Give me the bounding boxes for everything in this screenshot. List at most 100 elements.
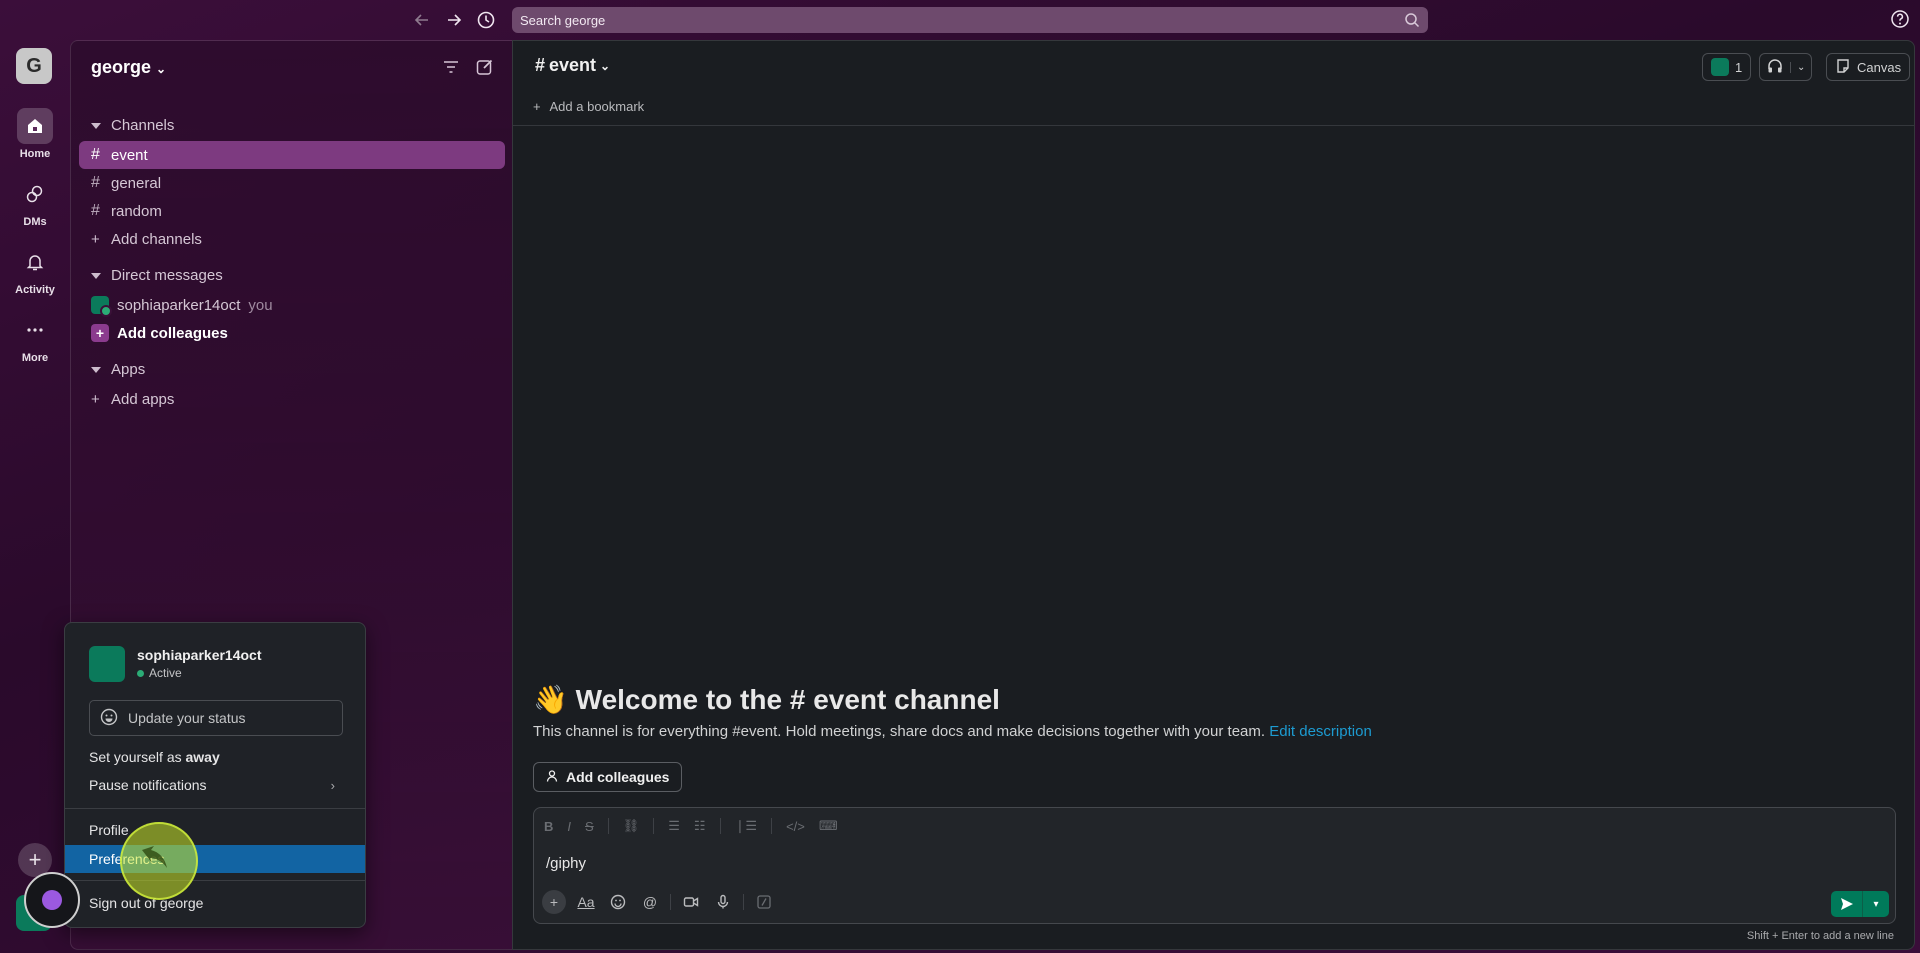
schedule-chevron-icon[interactable]: ▾	[1863, 891, 1889, 917]
channel-label: event	[111, 146, 148, 164]
compose-icon[interactable]	[475, 57, 497, 79]
presence-dot-icon	[137, 669, 144, 677]
chevron-down-icon[interactable]: ⌄	[1790, 61, 1805, 73]
add-apps-button[interactable]: + Add apps	[79, 385, 505, 413]
mention-icon[interactable]: @	[638, 890, 662, 914]
channel-item-general[interactable]: # general	[79, 169, 505, 197]
filter-icon[interactable]	[441, 57, 463, 79]
profile-item[interactable]: Profile	[65, 816, 365, 844]
user-menu-popup: sophiaparker14oct Active Update your sta…	[64, 622, 366, 928]
attach-plus-icon[interactable]: +	[542, 890, 566, 914]
add-colleagues-button[interactable]: Add colleagues	[533, 762, 683, 792]
add-channels-button[interactable]: + Add channels	[79, 225, 505, 253]
huddle-button[interactable]: ⌄	[1759, 53, 1813, 81]
toolbar-separator	[607, 818, 609, 834]
bookmark-label: Add a bookmark	[549, 99, 645, 114]
bell-icon	[17, 244, 53, 280]
channels-section-header[interactable]: Channels	[91, 117, 174, 134]
strikethrough-icon[interactable]: S	[585, 819, 594, 834]
search-icon	[1404, 12, 1420, 28]
link-icon[interactable]: ⛓	[623, 818, 640, 834]
rail-home-label: Home	[19, 148, 51, 160]
wave-emoji: 👋	[533, 684, 568, 715]
emoji-icon[interactable]	[606, 890, 630, 914]
toolbar-separator	[743, 894, 744, 910]
sign-out-item[interactable]: Sign out of george	[65, 889, 365, 917]
chevron-right-icon: ›	[330, 777, 335, 793]
channel-description: This channel is for everything #event. H…	[533, 723, 1372, 740]
message-composer[interactable]: B I S ⛓ ☰ ☷ ❘☰ </> ⌨ /giphy + Aa @ ▾	[533, 807, 1896, 924]
hash-icon: #	[91, 202, 100, 219]
pause-notifications-item[interactable]: Pause notifications ›	[65, 771, 365, 799]
rail-activity-label: Activity	[15, 284, 55, 296]
set-away-item[interactable]: Set yourself as away	[65, 743, 365, 771]
microphone-icon[interactable]	[711, 890, 735, 914]
update-status-field[interactable]: Update your status	[89, 700, 343, 736]
popup-username: sophiaparker14oct	[137, 647, 262, 663]
menu-divider	[65, 880, 365, 881]
add-bookmark-button[interactable]: + Add a bookmark	[533, 99, 644, 114]
welcome-heading: 👋 Welcome to the # event channel	[533, 683, 1000, 716]
code-block-icon[interactable]: ⌨	[819, 818, 838, 834]
add-channels-label: Add channels	[111, 230, 202, 248]
add-apps-label: Add apps	[111, 390, 175, 408]
chevron-down-icon: ⌄	[600, 58, 611, 73]
rail-activity[interactable]: Activity	[0, 244, 70, 296]
video-icon[interactable]	[679, 890, 703, 914]
help-icon[interactable]	[1890, 9, 1910, 29]
italic-icon[interactable]: I	[567, 819, 571, 834]
ordered-list-icon[interactable]: ☰	[668, 818, 680, 834]
rail-dms[interactable]: DMs	[0, 176, 70, 228]
menu-divider	[65, 808, 365, 809]
presence-label: Active	[149, 666, 182, 680]
welcome-text: Welcome to the # event channel	[575, 684, 1000, 715]
edit-description-link[interactable]: Edit description	[1269, 723, 1372, 740]
caret-down-icon	[91, 366, 101, 373]
bold-icon[interactable]: B	[544, 819, 553, 834]
channel-item-event[interactable]: # event	[79, 141, 505, 169]
top-bar: Search george	[0, 0, 1920, 40]
formatting-aa-icon[interactable]: Aa	[574, 890, 598, 914]
send-icon[interactable]	[1831, 891, 1863, 917]
channel-title[interactable]: # event ⌄	[535, 55, 610, 76]
forward-arrow-icon[interactable]	[442, 8, 466, 32]
chevron-down-icon: ⌄	[156, 62, 167, 76]
preferences-item[interactable]: Preferences	[65, 845, 365, 873]
slash-command-icon[interactable]	[752, 890, 776, 914]
plus-square-icon: +	[91, 324, 109, 342]
channel-item-random[interactable]: # random	[79, 197, 505, 225]
search-placeholder: Search george	[520, 12, 606, 28]
dm-header-label: Direct messages	[111, 267, 223, 284]
toolbar-separator	[670, 894, 671, 910]
rail-more-label: More	[21, 352, 49, 364]
blockquote-icon[interactable]: ❘☰	[735, 818, 758, 834]
members-button[interactable]: 1	[1702, 53, 1752, 81]
headphones-icon	[1766, 57, 1784, 78]
caret-down-icon	[91, 122, 101, 129]
canvas-button[interactable]: Canvas	[1826, 53, 1911, 81]
history-clock-icon[interactable]	[474, 8, 498, 32]
message-input-text[interactable]: /giphy	[546, 855, 586, 872]
workspace-icon[interactable]: G	[16, 48, 52, 84]
left-rail: G Home DMs Activity More	[0, 40, 70, 953]
hash-icon: #	[535, 55, 546, 75]
dm-item-self[interactable]: sophiaparker14oct you	[79, 291, 505, 319]
channel-label: random	[111, 202, 162, 220]
composer-actions: + Aa @	[542, 890, 776, 914]
dm-section-header[interactable]: Direct messages	[91, 267, 223, 284]
add-colleagues-sidebar-button[interactable]: + Add colleagues	[79, 319, 505, 347]
channel-label: general	[111, 174, 162, 192]
add-person-icon	[546, 769, 560, 786]
apps-section-header[interactable]: Apps	[91, 361, 145, 378]
bullet-list-icon[interactable]: ☷	[694, 818, 706, 834]
back-arrow-icon[interactable]	[410, 8, 434, 32]
plus-icon: +	[91, 230, 100, 248]
rail-home[interactable]: Home	[0, 108, 70, 160]
popup-avatar	[89, 646, 125, 682]
code-icon[interactable]: </>	[786, 819, 805, 834]
header-divider	[513, 125, 1914, 126]
rail-more[interactable]: More	[0, 312, 70, 364]
canvas-icon	[1835, 58, 1851, 77]
search-input[interactable]: Search george	[512, 7, 1428, 33]
workspace-name[interactable]: george ⌄	[91, 57, 166, 78]
